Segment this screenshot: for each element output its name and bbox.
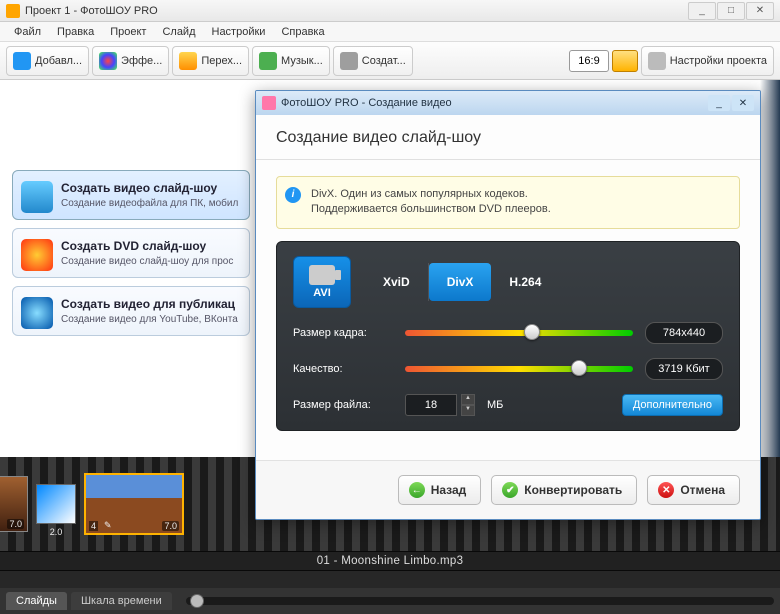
- menu-file[interactable]: Файл: [6, 24, 49, 40]
- aspect-ratio[interactable]: 16:9: [569, 50, 608, 72]
- create-button[interactable]: Создат...: [333, 46, 413, 76]
- frame-size-value: 784x440: [645, 322, 723, 344]
- dialog-app-icon: [262, 96, 276, 110]
- option-publish-video[interactable]: Создать видео для публикац Создание виде…: [12, 286, 250, 336]
- star-icon: [179, 52, 197, 70]
- menu-help[interactable]: Справка: [273, 24, 332, 40]
- menu-slide[interactable]: Слайд: [154, 24, 203, 40]
- transitions-button[interactable]: Перех...: [172, 46, 249, 76]
- music-button[interactable]: Музык...: [252, 46, 330, 76]
- codec-tabs: XviD DivX H.264: [365, 263, 559, 301]
- menubar: Файл Правка Проект Слайд Настройки Справ…: [0, 22, 780, 42]
- toolbar: Добавл... Эффе... Перех... Музык... Созд…: [0, 42, 780, 80]
- slider-handle[interactable]: [524, 324, 540, 340]
- option-video-slideshow[interactable]: Создать видео слайд-шоу Создание видеофа…: [12, 170, 250, 220]
- dialog-titlebar[interactable]: ФотоШОУ PRO - Создание видео _ ✕: [256, 91, 760, 115]
- info-icon: i: [285, 187, 301, 203]
- gear-icon: [648, 52, 666, 70]
- menu-project[interactable]: Проект: [102, 24, 154, 40]
- create-video-dialog: ФотоШОУ PRO - Создание видео _ ✕ Создани…: [255, 90, 761, 520]
- slide-thumb-selected[interactable]: 4 ✎ 7.0: [84, 473, 184, 535]
- file-size-unit: МБ: [487, 399, 503, 411]
- project-settings-button[interactable]: Настройки проекта: [641, 46, 774, 76]
- add-button[interactable]: Добавл...: [6, 46, 89, 76]
- timeline-tabs: Слайды Шкала времени: [0, 588, 780, 614]
- back-button[interactable]: ←Назад: [398, 475, 482, 505]
- film-reel-icon: [340, 52, 358, 70]
- flame-icon: [21, 239, 53, 271]
- cross-icon: ✕: [658, 482, 674, 498]
- codec-divx[interactable]: DivX: [429, 263, 492, 301]
- close-button[interactable]: ✕: [746, 2, 774, 20]
- camera-icon: [13, 52, 31, 70]
- option-dvd-slideshow[interactable]: Создать DVD слайд-шоу Создание видео сла…: [12, 228, 250, 278]
- app-icon: [6, 4, 20, 18]
- effects-button[interactable]: Эффе...: [92, 46, 169, 76]
- timeline-scroll[interactable]: [186, 597, 774, 605]
- dialog-actions: ←Назад ✔Конвертировать ✕Отмена: [256, 460, 760, 519]
- slider-handle[interactable]: [571, 360, 587, 376]
- codec-panel: AVI XviD DivX H.264 Размер кадра: 784x44…: [276, 241, 740, 431]
- audio-track-label[interactable]: 01 - Moonshine Limbo.mp3: [0, 551, 780, 571]
- export-options: Создать видео слайд-шоу Создание видеофа…: [12, 170, 250, 336]
- dialog-close-button[interactable]: ✕: [732, 95, 754, 111]
- music-note-icon: [259, 52, 277, 70]
- menu-settings[interactable]: Настройки: [204, 24, 274, 40]
- convert-button[interactable]: ✔Конвертировать: [491, 475, 637, 505]
- tab-timescale[interactable]: Шкала времени: [71, 592, 172, 610]
- quality-slider[interactable]: [405, 366, 633, 372]
- file-size-label: Размер файла:: [293, 399, 393, 411]
- menu-edit[interactable]: Правка: [49, 24, 102, 40]
- frame-size-label: Размер кадра:: [293, 327, 393, 339]
- format-avi[interactable]: AVI: [293, 256, 351, 308]
- codec-info-box: i DivX. Один из самых популярных кодеков…: [276, 176, 740, 229]
- file-size-spinner[interactable]: ▲▼: [405, 394, 475, 416]
- palette-icon: [99, 52, 117, 70]
- frame-size-slider[interactable]: [405, 330, 633, 336]
- cancel-button[interactable]: ✕Отмена: [647, 475, 740, 505]
- tab-slides[interactable]: Слайды: [6, 592, 67, 610]
- spin-up[interactable]: ▲: [461, 394, 475, 405]
- pencil-icon: ✎: [104, 520, 112, 531]
- video-icon: [21, 181, 53, 213]
- maximize-button[interactable]: □: [717, 2, 745, 20]
- slide-thumb[interactable]: 7.0: [0, 476, 28, 532]
- quality-label: Качество:: [293, 363, 393, 375]
- window-title: Проект 1 - ФотоШОУ PRO: [25, 5, 687, 17]
- scroll-handle[interactable]: [190, 594, 204, 608]
- dialog-minimize-button[interactable]: _: [708, 95, 730, 111]
- titlebar: Проект 1 - ФотоШОУ PRO _ □ ✕: [0, 0, 780, 22]
- spin-down[interactable]: ▼: [461, 405, 475, 416]
- codec-h264[interactable]: H.264: [491, 263, 559, 301]
- codec-xvid[interactable]: XviD: [365, 263, 429, 301]
- globe-icon: [21, 297, 53, 329]
- minimize-button[interactable]: _: [688, 2, 716, 20]
- check-icon: ✔: [502, 482, 518, 498]
- advanced-button[interactable]: Дополнительно: [622, 394, 723, 416]
- quality-value: 3719 Кбит: [645, 358, 723, 380]
- arrow-left-icon: ←: [409, 482, 425, 498]
- preview-mode-button[interactable]: [612, 50, 638, 72]
- file-size-input[interactable]: [405, 394, 457, 416]
- dialog-heading: Создание видео слайд-шоу: [256, 115, 760, 157]
- camcorder-icon: [309, 265, 335, 285]
- transition-thumb[interactable]: 2.0: [36, 484, 76, 524]
